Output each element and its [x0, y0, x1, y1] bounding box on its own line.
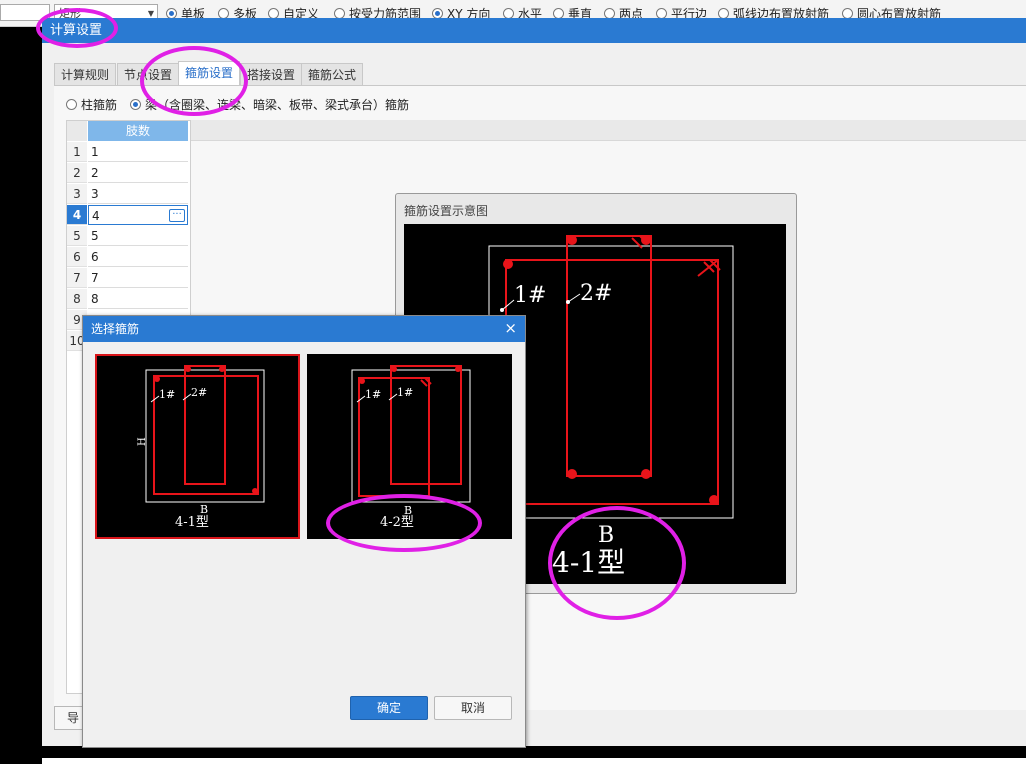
corner-bar [709, 495, 719, 505]
inner-stirrup [184, 365, 226, 485]
radio-icon [842, 7, 853, 19]
cell-value: 6 [91, 250, 99, 264]
cell-value: 5 [91, 229, 99, 243]
option-diagram: 1# 2# H B 4-1型 [137, 365, 265, 530]
grid-cell[interactable]: 3 [88, 184, 188, 204]
row-number[interactable]: 6 [67, 247, 87, 267]
radio-column-stirrup[interactable]: 柱箍筋 [66, 96, 117, 112]
bottom-strip [42, 758, 1026, 764]
label-1: 1# [514, 283, 546, 308]
grid-cell[interactable]: 5 [88, 226, 188, 246]
row-number[interactable]: 8 [67, 289, 87, 309]
row-number[interactable]: 1 [67, 142, 87, 162]
highlight-ellipse [326, 494, 482, 552]
ellipsis-icon[interactable]: ··· [169, 209, 185, 222]
tab-calc-rules[interactable]: 计算规则 [54, 63, 117, 85]
radio-icon [218, 7, 229, 19]
tab-stirrup-formula[interactable]: 箍筋公式 [301, 63, 364, 85]
ok-button[interactable]: 确定 [350, 696, 428, 720]
row-number[interactable]: 4 [67, 205, 87, 225]
leader-line [501, 299, 515, 311]
grid-header[interactable]: 肢数 [88, 121, 188, 141]
radio-icon [503, 7, 514, 19]
export-button[interactable]: 导 [54, 706, 84, 730]
radio-icon [604, 7, 615, 19]
highlight-ellipse [548, 506, 686, 620]
corner-bar [503, 259, 513, 269]
preview-title: 箍筋设置示意图 [404, 204, 489, 218]
grid-header-filler [189, 120, 1026, 141]
corner-bar [391, 366, 397, 372]
radio-icon [166, 7, 177, 19]
radio-icon [66, 98, 77, 110]
grid-cell[interactable]: 2 [88, 163, 188, 183]
radio-label: 柱箍筋 [81, 97, 118, 112]
corner-bar [641, 469, 651, 479]
grid-cell[interactable]: 7 [88, 268, 188, 288]
corner-bar [567, 469, 577, 479]
option-label: 4-1型 [175, 515, 209, 530]
tag-1: 1# [159, 388, 175, 401]
tag-2: 2# [191, 386, 207, 399]
hook-mark [697, 259, 721, 277]
row-number[interactable]: 2 [67, 163, 87, 183]
radio-icon [432, 7, 443, 19]
corner-bar [219, 366, 225, 372]
grid-cell[interactable]: 1 [88, 142, 188, 162]
grid-cell[interactable]: 8 [88, 289, 188, 309]
corner-bar [359, 378, 365, 384]
grid-cell[interactable]: 6 [88, 247, 188, 267]
corner-bar [641, 235, 651, 245]
option-4-1[interactable]: 1# 2# H B 4-1型 [95, 354, 300, 539]
leader-dot [500, 308, 504, 312]
cell-value: 1 [91, 145, 99, 159]
tag-1: 1# [365, 388, 381, 401]
label-2: 2# [580, 281, 612, 306]
cell-value: 4 [92, 209, 100, 223]
corner-bar [154, 376, 160, 382]
corner-bar [567, 235, 577, 245]
tag-2: 1# [397, 386, 413, 399]
corner-bar [252, 488, 258, 494]
tag-h: H [137, 437, 148, 446]
radio-icon [718, 7, 729, 19]
tab-lap-settings[interactable]: 搭接设置 [240, 63, 303, 85]
row-number[interactable]: 5 [67, 226, 87, 246]
cell-value: 3 [91, 187, 99, 201]
radio-icon [334, 7, 345, 19]
cell-value: 7 [91, 271, 99, 285]
row-number[interactable]: 3 [67, 184, 87, 204]
radio-icon [656, 7, 667, 19]
highlight-ellipse [140, 46, 248, 116]
dialog-title: 选择箍筋 [83, 316, 525, 342]
grid-cell[interactable]: 4 ··· [88, 205, 188, 225]
dialog-title: 计算设置 [42, 18, 1026, 43]
leader-dot [566, 300, 570, 304]
radio-icon [268, 7, 279, 19]
highlight-ellipse [36, 8, 118, 48]
cell-value: 8 [91, 292, 99, 306]
radio-icon [553, 7, 564, 19]
cell-value: 2 [91, 166, 99, 180]
row-number[interactable]: 7 [67, 268, 87, 288]
corner-bar [455, 366, 461, 372]
inner-stirrup [566, 235, 652, 477]
corner-bar [185, 366, 191, 372]
grid-corner [67, 121, 87, 141]
close-icon[interactable]: × [504, 320, 517, 336]
cancel-button[interactable]: 取消 [434, 696, 512, 720]
leader-line [567, 293, 581, 303]
radio-icon [130, 98, 141, 110]
